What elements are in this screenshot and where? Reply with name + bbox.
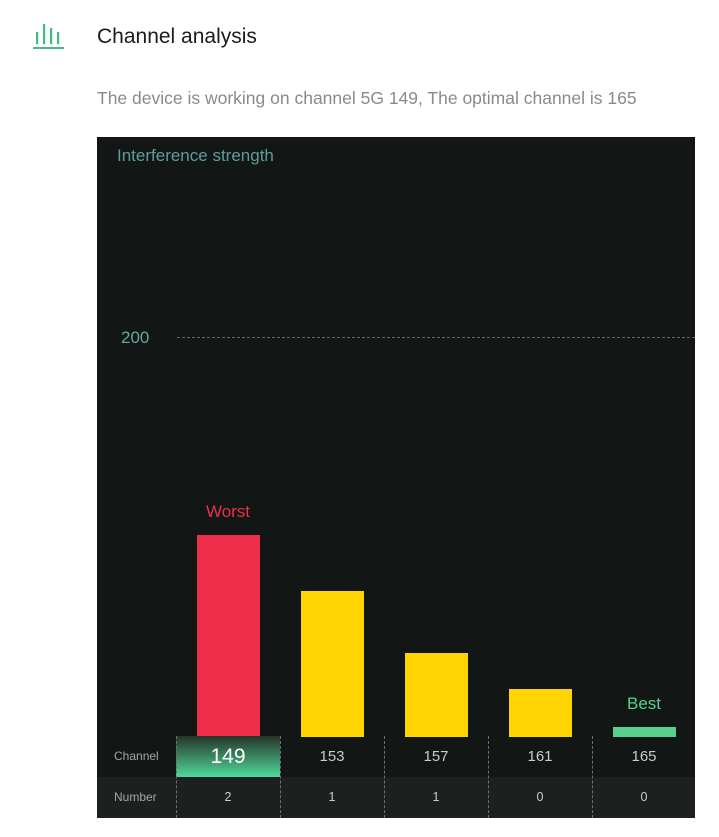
y-axis-title: Interference strength (117, 146, 274, 165)
number-cell-165: 0 (640, 790, 648, 804)
column-separator (488, 736, 489, 818)
channel-chart: Interference strength 200 Worst Best Cha… (97, 137, 695, 818)
bar-157 (404, 653, 468, 737)
best-label: Best (626, 694, 662, 713)
channel-cell-165[interactable]: 165 (592, 736, 695, 777)
page-header: Channel analysis (0, 0, 719, 80)
channel-cell-149[interactable]: 149 (176, 736, 280, 777)
number-row: Number 2 1 1 0 0 (97, 777, 695, 818)
y-tick-200: 200 (121, 328, 150, 347)
column-separator (592, 736, 593, 818)
channel-cell-157[interactable]: 157 (384, 736, 488, 777)
number-cell-149: 2 (224, 790, 232, 804)
number-row-label: Number (114, 790, 157, 804)
channel-status-text: The device is working on channel 5G 149,… (97, 88, 637, 108)
column-separator (176, 736, 177, 818)
number-cell-161: 0 (536, 790, 544, 804)
bar-153 (300, 591, 364, 737)
channel-row: Channel 149 153 157 161 165 (97, 736, 695, 777)
worst-label: Worst (205, 502, 251, 521)
channel-row-label: Channel (114, 749, 159, 763)
bar-161 (508, 689, 572, 737)
channel-cell-153[interactable]: 153 (280, 736, 384, 777)
column-separator (384, 736, 385, 818)
column-separator (280, 736, 281, 818)
number-cell-157: 1 (432, 790, 440, 804)
channel-cell-161[interactable]: 161 (488, 736, 592, 777)
number-cell-153: 1 (328, 790, 336, 804)
gridline-200 (177, 337, 695, 338)
page-title: Channel analysis (97, 25, 257, 48)
signal-bars-icon (33, 24, 64, 49)
bar-149 (196, 535, 260, 737)
